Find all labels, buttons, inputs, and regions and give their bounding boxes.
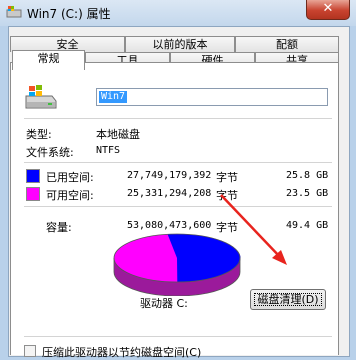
- used-space-unit: 字节: [216, 171, 238, 184]
- tab-label: 以前的版本: [152, 38, 208, 51]
- disk-cleanup-button[interactable]: 磁盘清理(D): [250, 289, 326, 310]
- free-space-swatch: [26, 187, 40, 201]
- used-space-size: 25.8 GB: [286, 170, 329, 181]
- separator: [24, 336, 332, 337]
- drive-icon: [6, 6, 22, 18]
- compress-checkbox-label: 压缩此驱动器以节约磁盘空间(C): [42, 346, 202, 359]
- volume-name-input[interactable]: Win7: [96, 88, 328, 106]
- type-label: 类型:: [26, 128, 52, 141]
- close-icon: ✕: [322, 1, 334, 16]
- drive-label: 驱动器 C:: [140, 297, 188, 310]
- separator: [24, 162, 332, 163]
- free-space-size: 23.5 GB: [286, 188, 329, 199]
- used-space-swatch: [26, 169, 40, 183]
- tab-label: 配额: [276, 38, 298, 51]
- compress-checkbox[interactable]: [24, 345, 36, 357]
- tab-general[interactable]: 常规: [12, 50, 85, 70]
- window-title: Win7 (C:) 属性: [27, 7, 111, 21]
- used-space-label: 已用空间:: [46, 171, 94, 184]
- tab-label: 常规: [37, 52, 60, 65]
- capacity-size: 49.4 GB: [286, 220, 329, 231]
- volume-name-text: Win7: [99, 91, 128, 103]
- filesystem-value: NTFS: [96, 145, 121, 156]
- free-space-unit: 字节: [216, 189, 238, 202]
- disk-usage-pie: [113, 233, 241, 296]
- free-space-bytes: 25,331,294,208: [127, 188, 212, 199]
- capacity-label: 容量:: [46, 221, 72, 234]
- tab-previous-versions[interactable]: 以前的版本: [125, 36, 235, 52]
- title-bar: Win7 (C:) 属性 ✕: [0, 0, 356, 26]
- separator: [24, 206, 332, 207]
- separator: [24, 118, 332, 119]
- drive-icon: [25, 85, 57, 109]
- filesystem-label: 文件系统:: [26, 146, 74, 159]
- type-value: 本地磁盘: [96, 128, 140, 141]
- focus-ring: [254, 293, 322, 306]
- free-space-label: 可用空间:: [46, 189, 94, 202]
- used-space-bytes: 27,749,179,392: [127, 170, 212, 181]
- close-button[interactable]: ✕: [306, 0, 350, 20]
- tab-quota[interactable]: 配额: [235, 36, 339, 52]
